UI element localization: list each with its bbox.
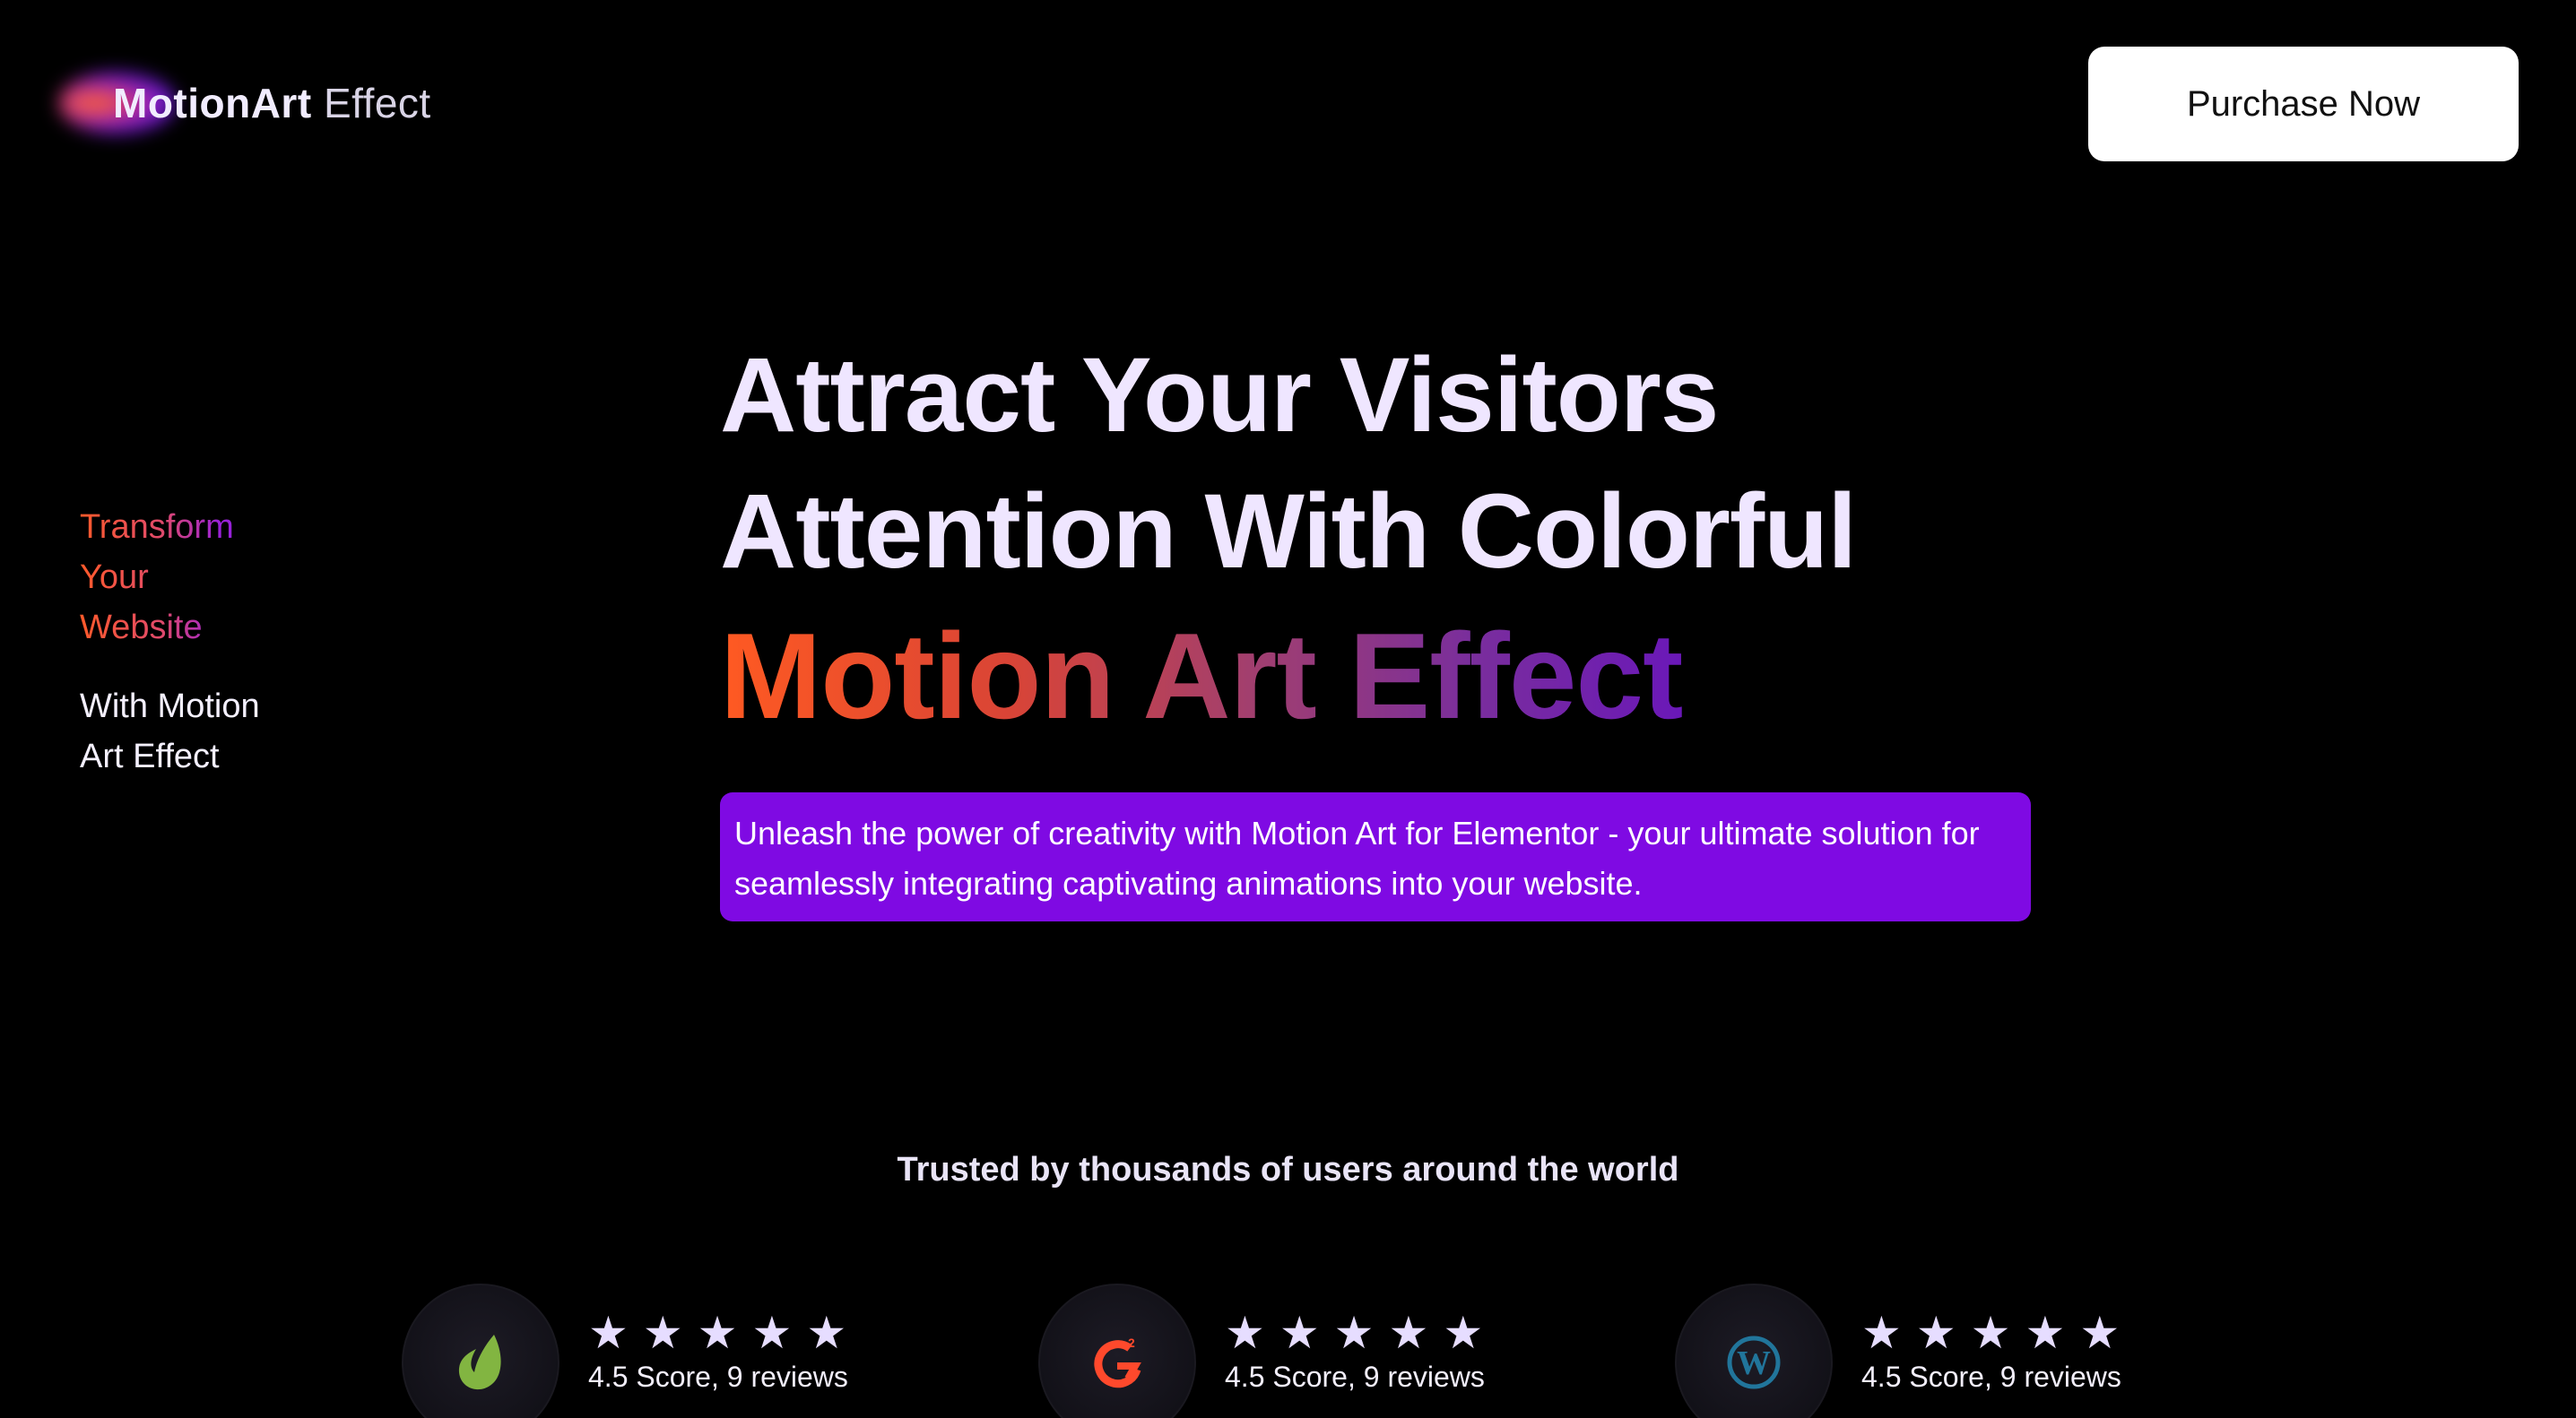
wordpress-badge: W xyxy=(1675,1284,1833,1418)
hero-title-line-2: Attention With Colorful xyxy=(720,472,1857,591)
star-icon: ★ xyxy=(1225,1308,1265,1358)
star-rating: ★ ★ ★ ★ ★ xyxy=(588,1310,848,1355)
tagline-line-2: Your xyxy=(80,552,313,602)
tagline-sub-line-2: Art Effect xyxy=(80,738,220,775)
star-icon: ★ xyxy=(1861,1308,1902,1358)
rating-info: ★ ★ ★ ★ ★ 4.5 Score, 9 reviews xyxy=(588,1310,848,1394)
star-icon: ★ xyxy=(588,1308,629,1358)
star-icon: ★ xyxy=(1915,1308,1956,1358)
envato-badge xyxy=(402,1284,559,1418)
svg-text:2: 2 xyxy=(1128,1336,1135,1350)
landing-page: MotionArt Effect Purchase Now Transform … xyxy=(0,0,2576,1418)
envato-leaf-icon xyxy=(458,1335,501,1390)
rating-wordpress: W ★ ★ ★ ★ ★ 4.5 Score, 9 reviews xyxy=(1675,1284,2121,1418)
star-icon: ★ xyxy=(1443,1308,1484,1358)
star-icon: ★ xyxy=(2079,1308,2121,1358)
tagline-sub: With Motion Art Effect xyxy=(80,681,313,782)
purchase-now-button[interactable]: Purchase Now xyxy=(2088,47,2519,161)
side-tagline: Transform Your Website With Motion Art E… xyxy=(80,502,313,782)
logo-light-text: Effect xyxy=(323,80,431,126)
star-rating: ★ ★ ★ ★ ★ xyxy=(1225,1310,1485,1355)
rating-info: ★ ★ ★ ★ ★ 4.5 Score, 9 reviews xyxy=(1861,1310,2121,1394)
trusted-heading: Trusted by thousands of users around the… xyxy=(897,1151,1679,1189)
rating-info: ★ ★ ★ ★ ★ 4.5 Score, 9 reviews xyxy=(1225,1310,1485,1394)
star-icon: ★ xyxy=(1279,1308,1320,1358)
g2-badge: 2 xyxy=(1038,1284,1196,1418)
star-icon: ★ xyxy=(1388,1308,1429,1358)
svg-text:W: W xyxy=(1737,1345,1771,1382)
hero-description: Unleash the power of creativity with Mot… xyxy=(720,792,2031,921)
star-rating: ★ ★ ★ ★ ★ xyxy=(1861,1310,2121,1355)
logo[interactable]: MotionArt Effect xyxy=(59,67,430,139)
wordpress-icon: W xyxy=(1727,1336,1781,1389)
rating-score: 4.5 Score, 9 reviews xyxy=(1225,1361,1485,1393)
hero-title-highlight: Motion Art Effect xyxy=(720,600,1683,752)
rating-envato: ★ ★ ★ ★ ★ 4.5 Score, 9 reviews xyxy=(402,1284,848,1418)
rating-score: 4.5 Score, 9 reviews xyxy=(1861,1361,2121,1393)
star-icon: ★ xyxy=(806,1308,847,1358)
star-icon: ★ xyxy=(642,1308,683,1358)
tagline-sub-line-1: With Motion xyxy=(80,687,260,725)
tagline-line-3: Website xyxy=(80,602,313,653)
logo-strong-text: MotionArt xyxy=(113,80,312,126)
rating-score: 4.5 Score, 9 reviews xyxy=(588,1361,848,1393)
logo-text: MotionArt Effect xyxy=(113,79,431,127)
star-icon: ★ xyxy=(1333,1308,1375,1358)
star-icon: ★ xyxy=(2025,1308,2066,1358)
star-icon: ★ xyxy=(697,1308,738,1358)
star-icon: ★ xyxy=(751,1308,793,1358)
hero: Attract Your Visitors Attention With Col… xyxy=(720,327,2065,752)
star-icon: ★ xyxy=(1970,1308,2011,1358)
tagline-line-1: Transform xyxy=(80,502,313,552)
g2-icon: 2 xyxy=(1094,1336,1141,1388)
hero-title-line-1: Attract Your Visitors xyxy=(720,336,1719,454)
rating-g2: 2 ★ ★ ★ ★ ★ 4.5 Score, 9 reviews xyxy=(1038,1284,1485,1418)
